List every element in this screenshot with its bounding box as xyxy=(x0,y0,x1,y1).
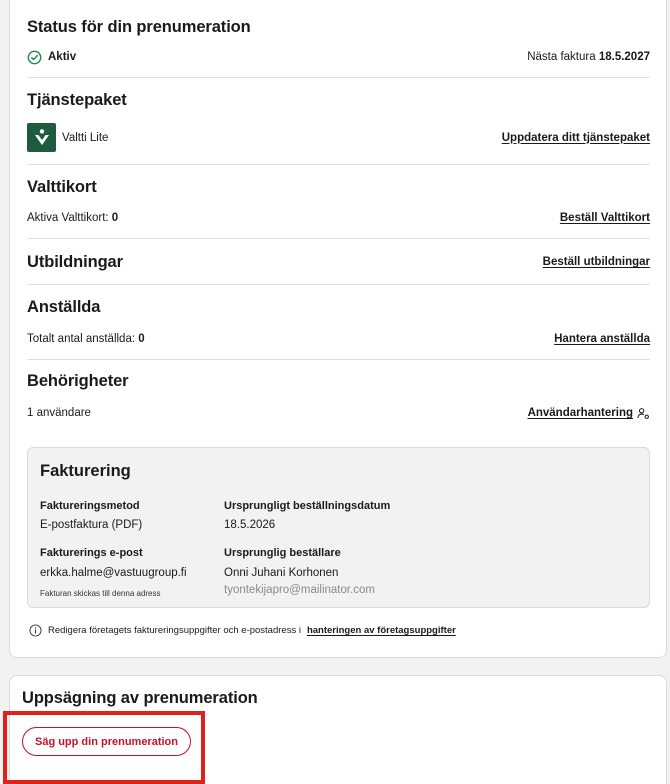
employees-count: 0 xyxy=(138,333,145,345)
next-invoice: Nästa faktura 18.5.2027 xyxy=(527,51,650,63)
employees-total: Totalt antal anställda: 0 xyxy=(27,333,145,345)
subscription-card: Status för din prenumeration Aktiv Nästa… xyxy=(9,0,667,658)
billing-box: Fakturering Faktureringsmetod E-postfakt… xyxy=(27,447,650,608)
divider xyxy=(27,164,650,165)
user-management-link[interactable]: Användarhantering xyxy=(528,407,633,419)
next-invoice-date: 18.5.2027 xyxy=(598,51,650,63)
active-cards: Aktiva Valttikort: 0 xyxy=(27,212,119,224)
billing-email-value: erkka.halme@vastuugroup.fi xyxy=(40,567,187,579)
divider xyxy=(27,77,650,78)
employees-title: Anställda xyxy=(27,298,101,316)
divider xyxy=(27,238,650,239)
order-trainings-link[interactable]: Beställ utbildningar xyxy=(543,256,650,268)
billing-title: Fakturering xyxy=(40,462,131,480)
info-line: Redigera företagets faktureringsuppgifte… xyxy=(29,624,456,637)
check-circle-icon xyxy=(27,50,42,65)
info-icon xyxy=(29,624,42,637)
orderer-email: tyontekijapro@mailinator.com xyxy=(224,584,376,596)
info-text: Redigera företagets faktureringsuppgifte… xyxy=(48,625,301,636)
user-gear-icon[interactable] xyxy=(637,407,650,420)
active-cards-count: 0 xyxy=(111,212,119,224)
orderer-name: Onni Juhani Korhonen xyxy=(224,567,339,579)
permissions-section: Behörigheter 1 användare Användarhanteri… xyxy=(27,372,650,419)
package-section: Tjänstepaket Valtti Lite Uppdatera ditt … xyxy=(27,91,650,152)
cards-section: Valttikort Aktiva Valttikort: 0 Beställ … xyxy=(27,178,650,224)
billing-method-value: E-postfaktura (PDF) xyxy=(40,519,143,531)
status-badge: Aktiv xyxy=(48,51,77,63)
cancellation-card: Uppsägning av prenumeration Säg upp din … xyxy=(9,675,667,784)
cancel-subscription-button[interactable]: Säg upp din prenumeration xyxy=(22,727,191,756)
valtti-logo-icon xyxy=(27,123,56,152)
order-cards-link[interactable]: Beställ Valttikort xyxy=(560,212,650,224)
billing-method-label: Faktureringsmetod xyxy=(40,500,140,512)
divider xyxy=(27,359,650,360)
package-name: Valtti Lite xyxy=(62,131,109,144)
manage-employees-link[interactable]: Hantera anställda xyxy=(554,333,650,345)
employees-section: Anställda Totalt antal anställda: 0 Hant… xyxy=(27,298,650,345)
billing-email-label: Fakturerings e-post xyxy=(40,547,143,559)
divider xyxy=(27,284,650,285)
order-date-value: 18.5.2026 xyxy=(224,519,276,531)
orderer-label: Ursprunglig beställare xyxy=(224,547,341,559)
permissions-title: Behörigheter xyxy=(27,372,129,390)
package-title: Tjänstepaket xyxy=(27,91,127,109)
update-package-link[interactable]: Uppdatera ditt tjänstepaket xyxy=(502,132,650,144)
status-section: Status för din prenumeration Aktiv Nästa… xyxy=(27,18,650,64)
users-count: 1 användare xyxy=(27,407,91,419)
user-management-link-wrap[interactable]: Användarhantering xyxy=(528,407,650,420)
cards-title: Valttikort xyxy=(27,178,97,196)
cancellation-title: Uppsägning av prenumeration xyxy=(22,689,258,707)
trainings-title: Utbildningar xyxy=(27,252,123,271)
status-title: Status för din prenumeration xyxy=(27,18,251,36)
billing-email-note: Fakturan skickas till denna adress xyxy=(40,589,161,598)
order-date-label: Ursprungligt beställningsdatum xyxy=(224,500,391,512)
company-info-link[interactable]: hanteringen av företagsuppgifter xyxy=(307,625,456,636)
